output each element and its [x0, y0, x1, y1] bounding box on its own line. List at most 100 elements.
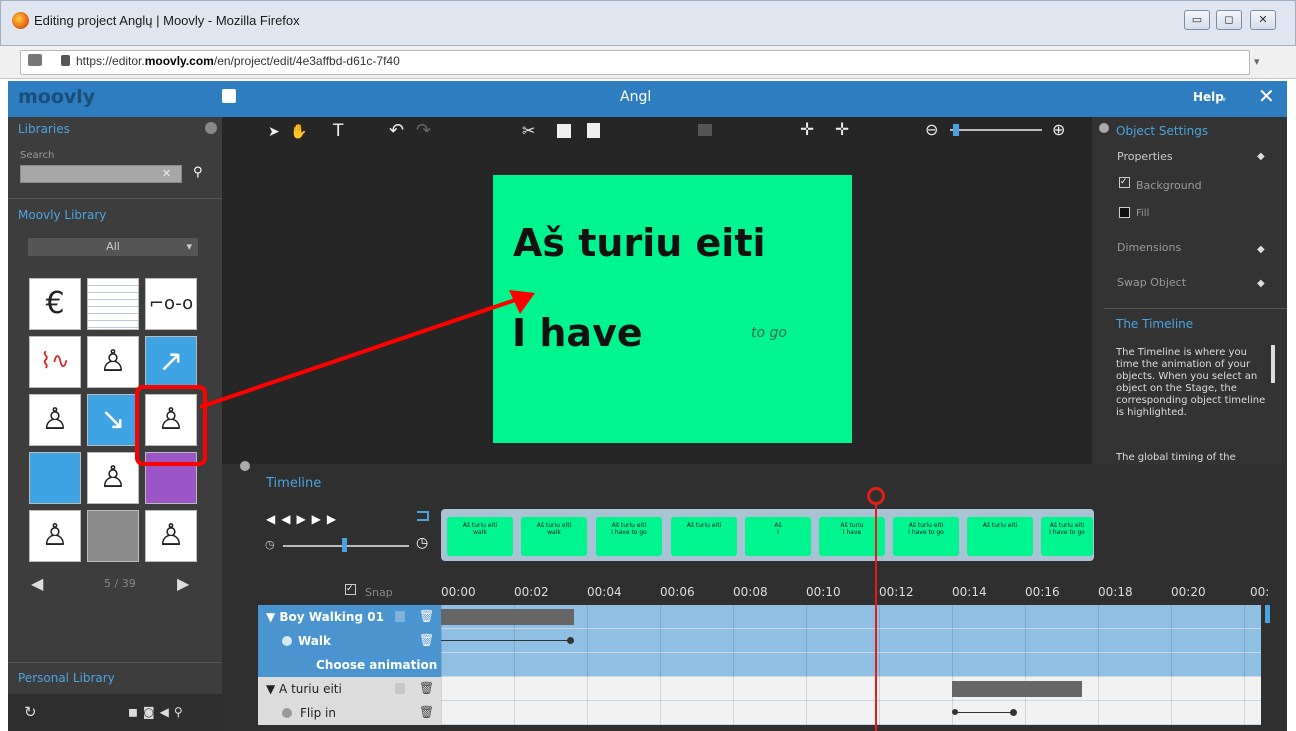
collapse-libraries-icon[interactable]	[205, 122, 217, 134]
url-text[interactable]: https://editor.moovly.com/en/project/edi…	[76, 54, 400, 68]
paste-icon[interactable]	[587, 123, 600, 138]
library-tile-girl[interactable]: ♙	[29, 510, 81, 562]
expand-properties-icon[interactable]: ◆	[1257, 151, 1265, 162]
animation-line[interactable]	[955, 712, 1013, 713]
filter-value: All	[106, 240, 120, 253]
align-icon[interactable]	[698, 124, 712, 136]
library-tile-chart-down[interactable]: ↘	[87, 394, 139, 446]
text-tool-icon[interactable]: T	[333, 121, 343, 141]
help-chevron-icon[interactable]: ▾	[1222, 95, 1226, 104]
library-tile-lined-paper[interactable]	[87, 278, 139, 330]
track-label[interactable]: ▼ A turiu eiti	[258, 677, 441, 701]
track-bar[interactable]	[441, 609, 574, 625]
next-page-icon[interactable]: ▶	[177, 574, 189, 593]
animation-line[interactable]	[441, 640, 569, 641]
moovly-logo[interactable]: moovly	[18, 86, 95, 108]
scene-frame[interactable]: Aš turiu eiti I have to go	[596, 517, 662, 556]
properties-label[interactable]: Properties	[1117, 150, 1173, 163]
help-scrollbar[interactable]	[1271, 345, 1275, 383]
track-row[interactable]: Walk 🗑	[258, 629, 1261, 653]
maximize-button[interactable]: ◻	[1216, 10, 1242, 30]
speed-slider-handle[interactable]	[342, 538, 347, 552]
save-icon[interactable]	[222, 89, 236, 103]
redo-icon[interactable]: ↷	[416, 120, 431, 141]
collapse-timeline-icon[interactable]	[240, 461, 250, 471]
search-input[interactable]	[20, 165, 182, 183]
refresh-icon[interactable]: ↻	[24, 703, 37, 721]
playhead-handle[interactable]	[867, 487, 885, 505]
track-row[interactable]: ▼ A turiu eiti 🗑	[258, 677, 1261, 701]
track-row[interactable]: Choose animation ▾	[258, 653, 1261, 696]
library-tile-boy-walking[interactable]: ♙	[29, 394, 81, 446]
scene-frame[interactable]: Aš turiu eiti	[671, 517, 737, 556]
menu-icon[interactable]: ▾	[1254, 55, 1260, 68]
track-row[interactable]: ▼ Boy Walking 01 🗑	[258, 605, 1261, 629]
track-row[interactable]: Flip in 🗑	[258, 701, 1261, 725]
help-menu[interactable]: Help	[1193, 90, 1224, 104]
canvas-text-line3[interactable]: to go	[751, 325, 787, 341]
trash-icon[interactable]: 🗑	[419, 681, 434, 695]
scene-frame[interactable]: Aš turiu eiti walk	[447, 517, 513, 556]
library-tile-line-graph[interactable]: ⌇∿	[29, 336, 81, 388]
loop-icon[interactable]	[417, 511, 429, 521]
copy-icon[interactable]	[557, 124, 571, 138]
background-checkbox[interactable]: ✓	[1119, 177, 1130, 188]
hand-tool-icon[interactable]: ✋	[290, 124, 307, 140]
trash-icon[interactable]: 🗑	[419, 633, 434, 647]
library-tile-boy-pulling[interactable]: ♙	[87, 336, 139, 388]
keyframe-dot[interactable]	[1010, 709, 1017, 716]
search-icon[interactable]: ⚲	[193, 165, 203, 180]
track-bar[interactable]	[952, 681, 1082, 697]
playhead-line[interactable]	[875, 492, 877, 731]
close-window-button[interactable]: ✕	[1250, 10, 1276, 30]
scene-frame[interactable]: Aš turiu eiti walk	[521, 517, 587, 556]
fill-checkbox[interactable]	[1119, 207, 1130, 218]
cut-icon[interactable]: ✂	[522, 121, 535, 140]
trash-icon[interactable]: 🗑	[419, 609, 434, 623]
swap-object-label[interactable]: Swap Object	[1117, 276, 1186, 289]
project-title[interactable]: Angl	[620, 89, 651, 105]
animation-icon	[282, 708, 292, 718]
library-tile-grey-square[interactable]	[87, 510, 139, 562]
collapse-settings-icon[interactable]	[1099, 123, 1109, 133]
choose-animation-dropdown[interactable]: Choose animation ▾	[258, 653, 441, 696]
keyframe-dot[interactable]	[567, 637, 574, 644]
library-tile-boy-front[interactable]: ♙	[145, 510, 197, 562]
dimensions-label[interactable]: Dimensions	[1117, 241, 1181, 254]
trash-icon[interactable]: 🗑	[419, 705, 434, 719]
sidebar-icon[interactable]	[28, 54, 42, 66]
zoom-slider[interactable]	[950, 129, 1042, 131]
close-editor-button[interactable]: ✕	[1258, 84, 1275, 108]
scene-frame[interactable]: Aš turiu eiti I have to go	[893, 517, 959, 556]
library-filter-select[interactable]: All ▾	[28, 238, 198, 256]
time-tick: 00:02	[514, 585, 549, 599]
flip-vertical-icon[interactable]: ✛	[835, 120, 849, 140]
library-tile-blue-square[interactable]	[29, 452, 81, 504]
tracks-scrollbar[interactable]	[1265, 605, 1270, 623]
zoom-slider-handle[interactable]	[953, 124, 959, 136]
undo-icon[interactable]: ↶	[389, 120, 404, 141]
minimize-button[interactable]: ▭	[1184, 10, 1210, 30]
expand-dimensions-icon[interactable]: ◆	[1257, 244, 1265, 255]
clear-search-icon[interactable]: ✕	[162, 167, 171, 180]
prev-page-icon[interactable]: ◀	[31, 574, 43, 593]
scene-frame[interactable]: Aš I	[745, 517, 811, 556]
snap-checkbox[interactable]: ✓	[345, 584, 356, 595]
flip-horizontal-icon[interactable]: ✛	[800, 120, 814, 140]
playback-controls[interactable]: ◀◀▶▶▶	[266, 512, 342, 526]
library-tile-boy-standing[interactable]: ♙	[87, 452, 139, 504]
lock-icon[interactable]	[395, 683, 405, 694]
zoom-in-icon[interactable]: ⊕	[1052, 120, 1065, 139]
canvas-text-line1[interactable]: Aš turiu eiti	[513, 221, 766, 265]
scene-frame[interactable]: Aš turiu eiti I have to go	[1041, 517, 1093, 556]
zoom-out-icon[interactable]: ⊖	[925, 120, 938, 139]
time-tick: 00:16	[1025, 585, 1060, 599]
scene-frame[interactable]: Aš turiu eiti	[967, 517, 1033, 556]
select-tool-icon[interactable]: ➤	[268, 124, 280, 140]
media-icons[interactable]: ◼◙◀⚲	[128, 705, 188, 719]
track-label[interactable]: ▼ Boy Walking 01	[258, 605, 441, 629]
library-tile-money-bag[interactable]: €	[29, 278, 81, 330]
expand-swap-icon[interactable]: ◆	[1257, 278, 1265, 289]
lock-icon[interactable]	[395, 611, 405, 622]
time-tick: 00:14	[952, 585, 987, 599]
